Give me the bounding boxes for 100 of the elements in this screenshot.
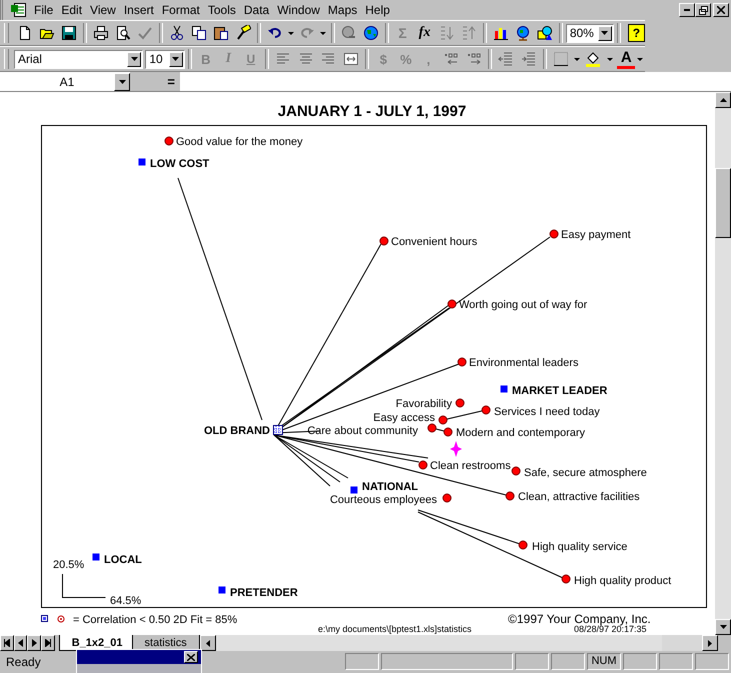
- checkmark-icon: [137, 25, 154, 41]
- next-sheet-button[interactable]: [27, 635, 42, 651]
- paintbrush-icon: [235, 25, 252, 41]
- menu-item[interactable]: View: [87, 3, 121, 17]
- attribute-dot: [458, 358, 466, 366]
- close-button[interactable]: [184, 651, 198, 663]
- last-arrow-icon: [44, 639, 51, 647]
- globe-icon: [362, 25, 379, 41]
- caret-icon: [636, 58, 643, 60]
- scale-label: 64.5%: [110, 595, 142, 607]
- attribute-label: Clean, attractive facilities: [518, 491, 640, 503]
- menu-item[interactable]: File: [31, 3, 58, 17]
- last-sheet-button[interactable]: [41, 635, 55, 651]
- scrollbar-thumb[interactable]: [715, 168, 731, 238]
- attribute-dot: [380, 236, 388, 246]
- brand-label: LOCAL: [104, 554, 142, 566]
- timestamp: 08/28/97 20:17:35: [574, 624, 647, 634]
- merge-center-icon: [342, 51, 359, 67]
- attribute-dot: [442, 494, 452, 502]
- left-arrow-icon: [18, 639, 24, 647]
- status-pane: [659, 653, 693, 670]
- attribute-dot: [448, 300, 456, 308]
- floating-toolbar[interactable]: [76, 649, 202, 673]
- spreadsheet-app-icon[interactable]: [11, 2, 27, 18]
- scissors-icon: [169, 25, 186, 41]
- attribute-label: Courteous employees: [330, 494, 437, 506]
- attribute-label: Clean restrooms: [430, 460, 511, 472]
- outdent-icon: [498, 51, 514, 67]
- equals-button[interactable]: =: [130, 72, 180, 91]
- attribute-label: High quality product: [574, 575, 672, 587]
- minimize-button[interactable]: [679, 3, 695, 17]
- printer-icon: [93, 25, 110, 41]
- close-icon: [717, 6, 725, 14]
- attribute-label: Services I need today: [494, 406, 600, 418]
- first-arrow-icon: [4, 639, 10, 647]
- sort-ascending-icon: [438, 25, 455, 41]
- caret-icon: [574, 58, 580, 60]
- attribute-dot: [518, 540, 528, 550]
- function-button[interactable]: fx: [414, 22, 436, 44]
- attribute-dot: [482, 406, 490, 414]
- scrollbar-thumb[interactable]: [662, 635, 702, 651]
- menu-item[interactable]: Edit: [58, 3, 88, 17]
- brand-marker: [218, 586, 226, 594]
- up-arrow-icon: [720, 98, 726, 102]
- attribute-label: Favorability: [396, 398, 452, 410]
- num-lock-indicator: NUM: [587, 653, 621, 670]
- restore-button[interactable]: [695, 3, 711, 17]
- brand-label: PRETENDER: [230, 587, 298, 599]
- caret-icon: [606, 58, 613, 60]
- attribute-dot: [418, 460, 428, 470]
- minimize-icon: [684, 9, 690, 11]
- attribute-dot: [512, 466, 520, 476]
- attribute-label: Care about community: [307, 425, 418, 437]
- hatched-square-icon: [41, 615, 48, 622]
- caret-icon: [118, 80, 126, 84]
- caret-icon: [320, 32, 326, 34]
- shapes-icon: [536, 25, 553, 41]
- indent-icon: [520, 51, 537, 67]
- font-size-dropdown[interactable]: 10: [145, 50, 185, 68]
- menu-item[interactable]: Help: [362, 3, 395, 17]
- attribute-label: Convenient hours: [391, 236, 478, 248]
- attribute-dot: [456, 398, 464, 408]
- previous-sheet-button[interactable]: [14, 635, 28, 651]
- horizontal-scrollbar[interactable]: [200, 635, 718, 651]
- menu-item[interactable]: Data: [240, 3, 274, 17]
- file-path: e:\my documents\[bptest1.xls]statistics: [318, 624, 472, 634]
- menu-item[interactable]: Insert: [120, 3, 159, 17]
- attribute-label: Environmental leaders: [469, 357, 578, 369]
- status-pane: [695, 653, 729, 670]
- attribute-dot: [164, 136, 174, 146]
- attribute-label: Easy payment: [561, 229, 631, 241]
- close-button[interactable]: [713, 3, 729, 17]
- border-grid-icon: [553, 51, 570, 67]
- menu-item[interactable]: Window: [274, 3, 325, 17]
- paint-bucket-icon: [585, 51, 602, 67]
- menu-item[interactable]: Format: [158, 3, 205, 17]
- menu-item[interactable]: Tools: [204, 3, 241, 17]
- caret-icon: [601, 31, 608, 35]
- brand-label: MARKET LEADER: [512, 385, 608, 397]
- left-arrow-icon: [206, 640, 210, 646]
- menu-item[interactable]: Maps: [324, 3, 362, 17]
- right-arrow-icon: [708, 640, 712, 646]
- zoom-dropdown[interactable]: 80%: [566, 24, 614, 42]
- chart-subtitle: JANUARY 1 - JULY 1, 1997: [278, 103, 466, 120]
- restore-icon: [698, 6, 708, 14]
- brand-label: OLD BRAND: [204, 425, 270, 437]
- font-dropdown[interactable]: Arial: [14, 50, 144, 68]
- scale-bracket: [62, 574, 106, 598]
- brand-marker: [92, 554, 100, 560]
- caret-icon: [288, 32, 294, 34]
- font-color-button[interactable]: A: [617, 49, 636, 69]
- scale-label: 20.5%: [53, 559, 84, 571]
- status-pane: [515, 653, 549, 670]
- legend-text: = Correlation < 0.50 2D Fit = 85%: [73, 614, 238, 626]
- help-button[interactable]: ?: [628, 24, 646, 42]
- attribute-label: Modern and contemporary: [456, 427, 586, 439]
- attribute-label: High quality service: [532, 541, 628, 553]
- vertical-scrollbar[interactable]: [715, 92, 731, 635]
- first-sheet-button[interactable]: [0, 635, 14, 651]
- star-marker: [450, 441, 462, 457]
